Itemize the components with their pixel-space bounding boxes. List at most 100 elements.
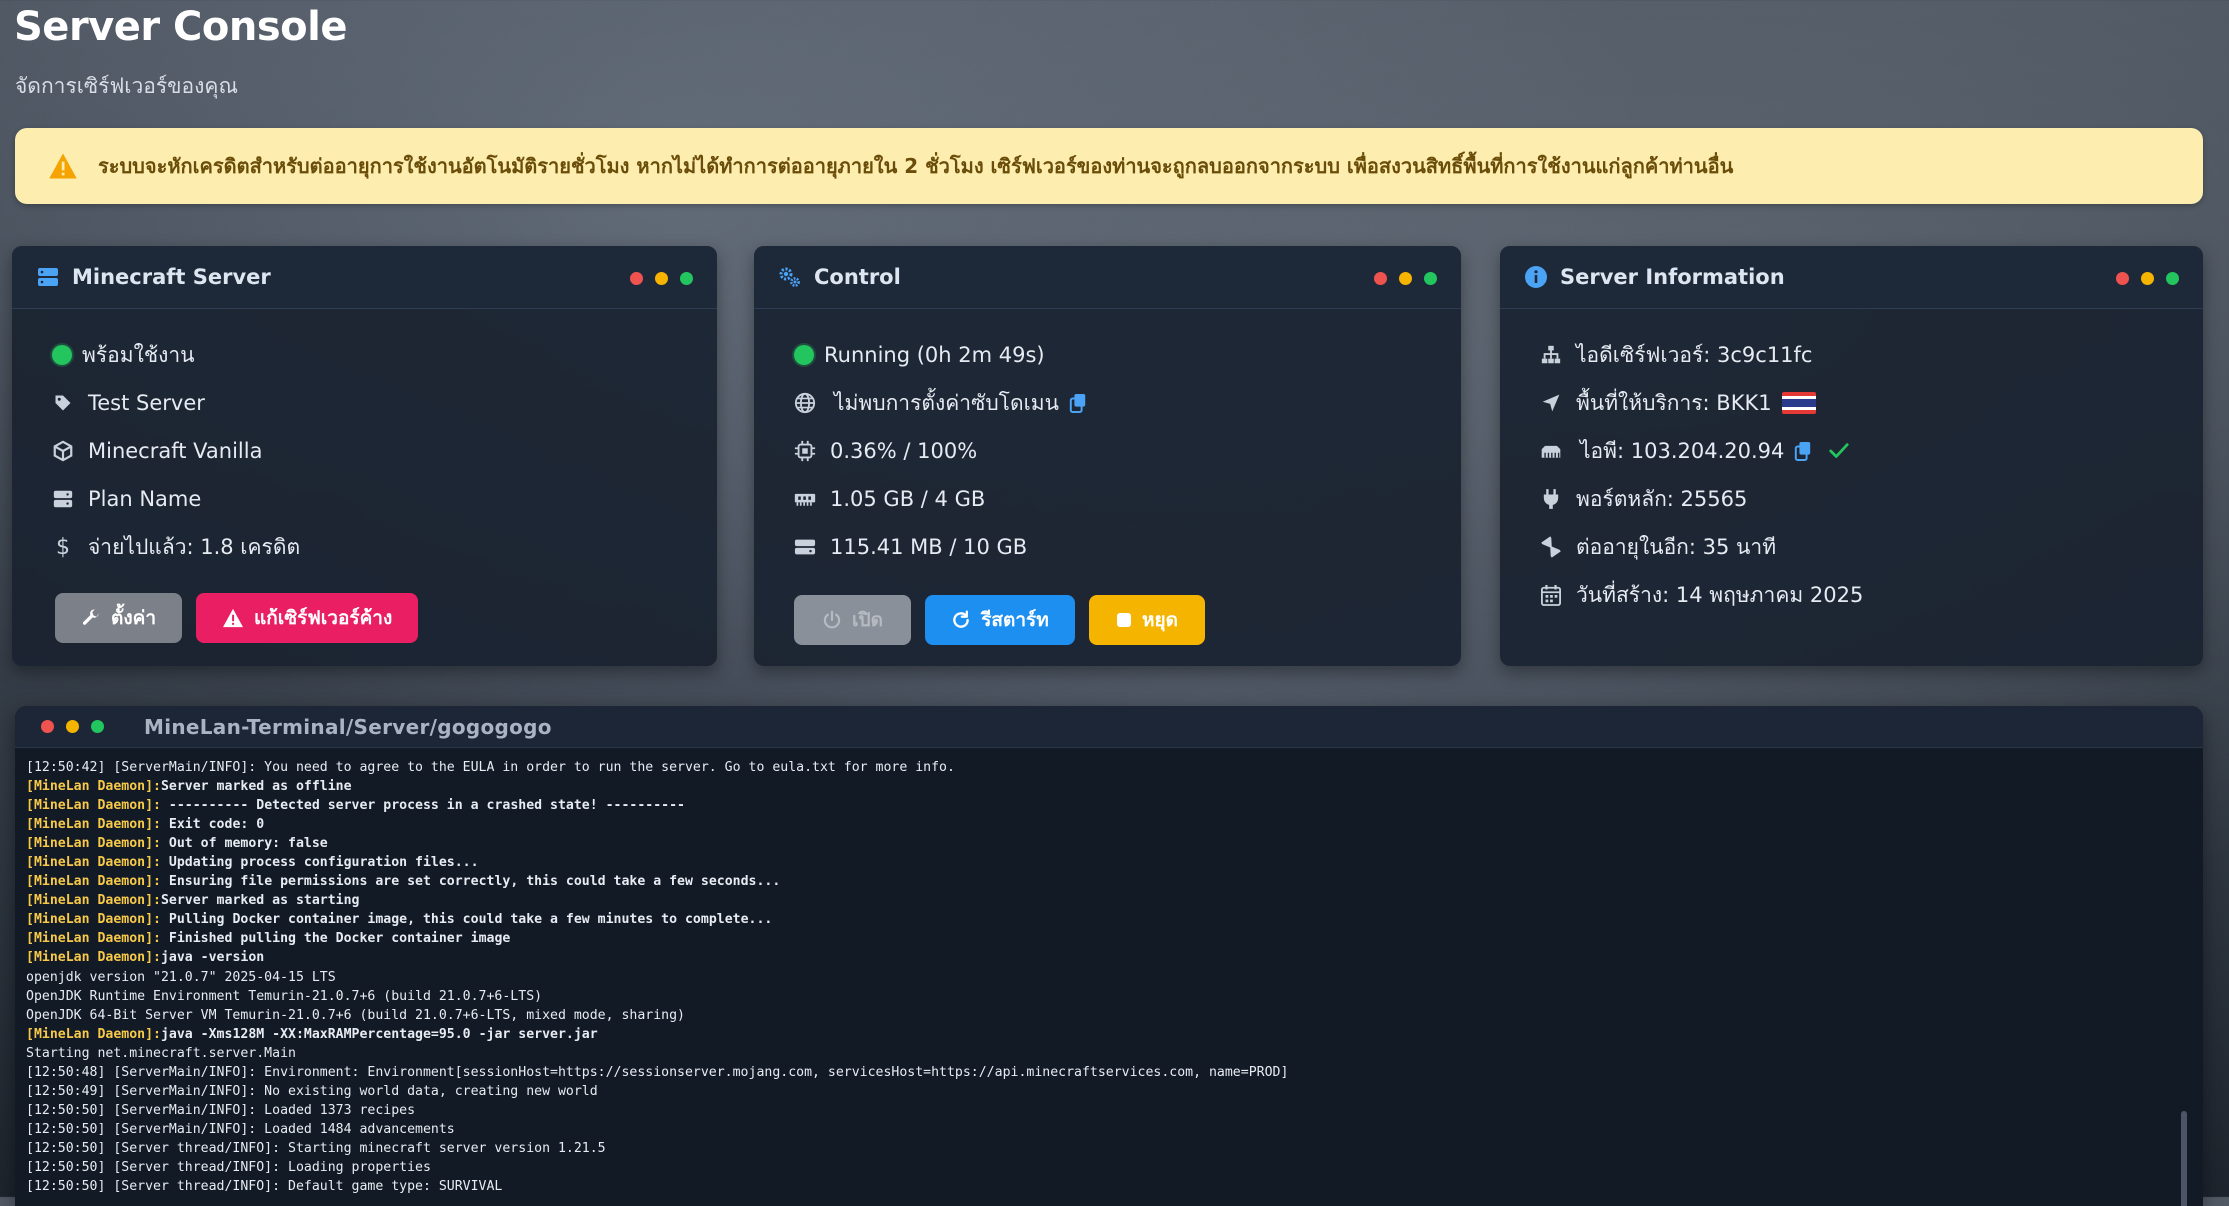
terminal-line-text: Finished pulling the Docker container im… — [160, 931, 511, 947]
calendar-icon — [1541, 585, 1561, 606]
status-online-icon — [52, 345, 72, 365]
hard-drive-icon — [794, 539, 816, 555]
fix-stuck-server-button[interactable]: แก้เซิร์ฟเวอร์ค้าง — [196, 593, 419, 643]
terminal-line-text: [12:50:50] [Server thread/INFO]: Default… — [26, 1179, 503, 1195]
server-name: Test Server — [52, 379, 717, 427]
terminal-line: [12:50:48] [ServerMain/INFO]: Environmen… — [26, 1063, 2192, 1082]
daemon-prefix: [MineLan Daemon]: — [26, 950, 161, 966]
terminal-line-text: OpenJDK Runtime Environment Temurin-21.0… — [26, 988, 543, 1004]
terminal-line: [12:50:42] [ServerMain/INFO]: You need t… — [26, 758, 2192, 777]
daemon-prefix: [MineLan Daemon]: — [26, 874, 161, 890]
terminal-line: [MineLan Daemon]:Server marked as starti… — [26, 891, 2192, 910]
plug-icon — [1543, 489, 1559, 509]
terminal-line-text: Server marked as starting — [160, 893, 360, 909]
terminal-header: MineLan-Terminal/Server/gogogogo — [15, 706, 2203, 748]
running-status: Running (0h 2m 49s) — [794, 331, 1461, 379]
terminal-line: [12:50:50] [Server thread/INFO]: Loading… — [26, 1158, 2192, 1177]
terminal-line: [MineLan Daemon]: Ensuring file permissi… — [26, 872, 2192, 891]
terminal-line-text: Exit code: 0 — [160, 817, 265, 833]
server-terminal[interactable]: MineLan-Terminal/Server/gogogogo [12:50:… — [15, 706, 2203, 1206]
terminal-line: [MineLan Daemon]: Exit code: 0 — [26, 815, 2192, 834]
terminal-line-text: OpenJDK 64-Bit Server VM Temurin-21.0.7+… — [26, 1007, 685, 1023]
subdomain-row: ไม่พบการตั้งค่าซับโดเมน — [794, 379, 1461, 427]
stop-icon — [1117, 613, 1131, 627]
window-dots — [1374, 272, 1437, 285]
terminal-line-text: openjdk version "21.0.7" 2025-04-15 LTS — [26, 969, 336, 985]
power-icon — [823, 610, 841, 629]
tag-icon — [55, 395, 71, 411]
terminal-line: [MineLan Daemon]:java -version — [26, 948, 2192, 967]
terminal-line-text: [12:50:50] [Server thread/INFO]: Startin… — [26, 1140, 606, 1156]
cpu-icon — [794, 440, 816, 462]
daemon-prefix: [MineLan Daemon]: — [26, 855, 161, 871]
terminal-line-text: ---------- Detected server process in a … — [160, 798, 685, 814]
created-date: วันที่สร้าง: 14 พฤษภาคม 2025 — [1540, 571, 2203, 619]
card-header: Minecraft Server — [12, 246, 717, 309]
terminal-line-text: Server marked as offline — [160, 779, 352, 795]
terminal-line: [12:50:50] [Server thread/INFO]: Default… — [26, 1177, 2192, 1196]
terminal-line: OpenJDK 64-Bit Server VM Temurin-21.0.7+… — [26, 1006, 2192, 1025]
ip-address: ไอพี: 103.204.20.94 — [1540, 427, 2203, 475]
hourglass-icon — [1541, 536, 1561, 558]
terminal-line: [MineLan Daemon]: ---------- Detected se… — [26, 796, 2192, 815]
settings-button[interactable]: ตั้งค่า — [55, 593, 182, 643]
daemon-prefix: [MineLan Daemon]: — [26, 931, 161, 947]
terminal-line: [MineLan Daemon]:Server marked as offlin… — [26, 777, 2192, 796]
daemon-prefix: [MineLan Daemon]: — [26, 836, 161, 852]
minecraft-server-card: Minecraft Server พร้อมใช้งาน Test Server… — [12, 246, 717, 666]
daemon-prefix: [MineLan Daemon]: — [26, 893, 161, 909]
terminal-line-text: java -Xms128M -XX:MaxRAMPercentage=95.0 … — [160, 1026, 598, 1042]
server-status: พร้อมใช้งาน — [52, 331, 717, 379]
card-header: Control — [754, 246, 1461, 309]
window-dots — [41, 720, 104, 733]
server-plan: Plan Name — [52, 475, 717, 523]
terminal-scrollbar[interactable] — [2181, 1111, 2187, 1206]
server-icon — [38, 268, 58, 286]
control-card: Control Running (0h 2m 49s) ไม่พบการตั้ง… — [754, 246, 1461, 666]
network-card-icon — [1541, 445, 1561, 458]
terminal-output: [12:50:42] [ServerMain/INFO]: You need t… — [15, 748, 2203, 1206]
dollar-icon: $ — [56, 534, 70, 560]
terminal-line: [MineLan Daemon]: Finished pulling the D… — [26, 929, 2192, 948]
card-title: Control — [814, 265, 901, 289]
location-arrow-icon — [1542, 394, 1560, 412]
cogs-icon — [779, 267, 800, 287]
memory-icon — [794, 493, 816, 506]
terminal-line: OpenJDK Runtime Environment Temurin-21.0… — [26, 987, 2192, 1006]
terminal-line-text: [12:50:42] [ServerMain/INFO]: You need t… — [26, 760, 955, 775]
refresh-icon — [953, 610, 970, 628]
info-icon — [1525, 266, 1547, 288]
credit-warning-alert: ระบบจะหักเครดิตสำหรับต่ออายุการใช้งานอัต… — [15, 128, 2203, 204]
daemon-prefix: [MineLan Daemon]: — [26, 1026, 161, 1042]
terminal-line-text: [12:50:50] [ServerMain/INFO]: Loaded 137… — [26, 1102, 416, 1118]
copy-icon[interactable] — [1069, 393, 1087, 413]
server-information-card: Server Information ไอดีเซิร์ฟเวอร์: 3c9c… — [1500, 246, 2203, 666]
card-header: Server Information — [1500, 246, 2203, 309]
daemon-prefix: [MineLan Daemon]: — [26, 779, 161, 795]
daemon-prefix: [MineLan Daemon]: — [26, 912, 161, 928]
server-id: ไอดีเซิร์ฟเวอร์: 3c9c11fc — [1540, 331, 2203, 379]
terminal-line: Starting net.minecraft.server.Main — [26, 1044, 2192, 1063]
restart-button[interactable]: รีสตาร์ท — [925, 595, 1075, 645]
copy-icon[interactable] — [1794, 441, 1812, 461]
server-type: Minecraft Vanilla — [52, 427, 717, 475]
terminal-line-text: [12:50:48] [ServerMain/INFO]: Environmen… — [26, 1064, 1289, 1080]
server-paid: $ จ่ายไปแล้ว: 1.8 เครดิต — [52, 523, 717, 571]
terminal-line-text: Pulling Docker container image, this cou… — [160, 912, 773, 928]
window-dots — [630, 272, 693, 285]
terminal-line-text: [12:50:49] [ServerMain/INFO]: No existin… — [26, 1083, 598, 1099]
terminal-line: [MineLan Daemon]:java -Xms128M -XX:MaxRA… — [26, 1025, 2192, 1044]
start-button[interactable]: เปิด — [794, 595, 911, 645]
check-icon — [1829, 443, 1850, 458]
page-subtitle: จัดการเซิร์ฟเวอร์ของคุณ — [15, 74, 238, 98]
terminal-line: [MineLan Daemon]: Pulling Docker contain… — [26, 910, 2192, 929]
terminal-line-text: Starting net.minecraft.server.Main — [26, 1045, 296, 1061]
main-port: พอร์ตหลัก: 25565 — [1540, 475, 2203, 523]
stop-button[interactable]: หยุด — [1089, 595, 1205, 645]
disk-usage: 115.41 MB / 10 GB — [794, 523, 1461, 571]
terminal-line-text: [12:50:50] [Server thread/INFO]: Loading… — [26, 1159, 431, 1175]
terminal-line-text: Ensuring file permissions are set correc… — [160, 874, 781, 890]
status-running-icon — [794, 345, 814, 365]
terminal-line: [12:50:49] [ServerMain/INFO]: No existin… — [26, 1082, 2192, 1101]
card-title: Minecraft Server — [72, 265, 271, 289]
